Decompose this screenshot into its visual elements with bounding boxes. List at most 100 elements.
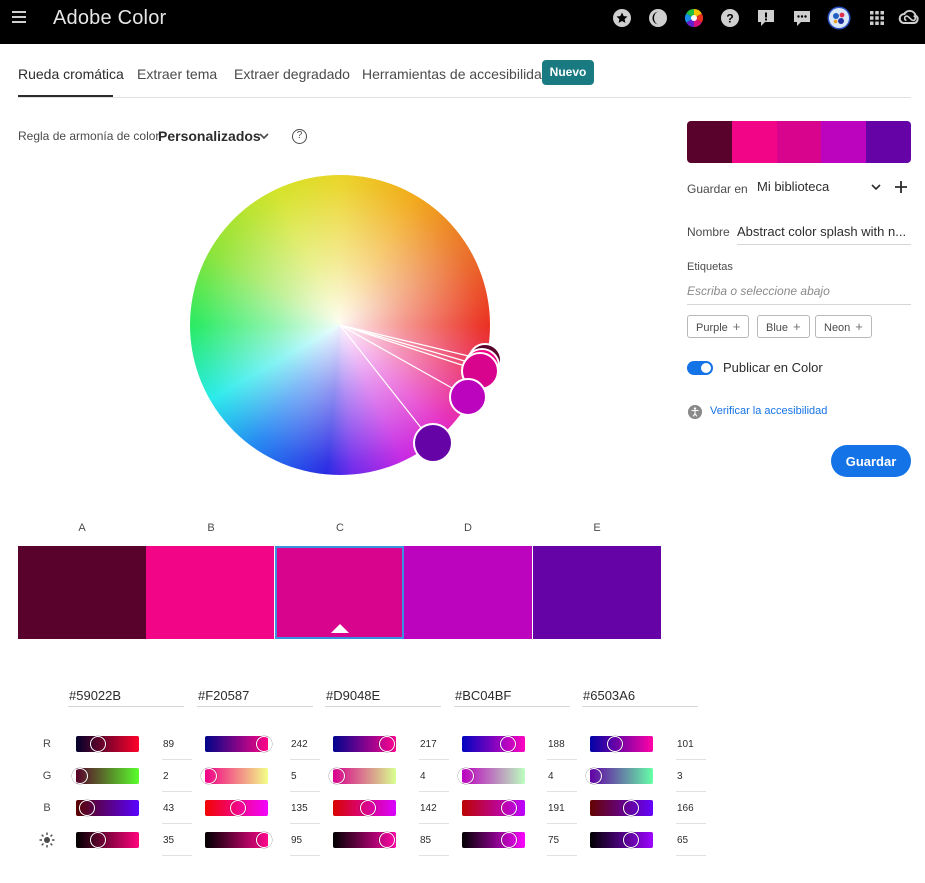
slider-thumb[interactable] — [501, 800, 518, 816]
slider-thumb[interactable] — [586, 768, 602, 784]
slider-thumb[interactable] — [256, 736, 272, 752]
hex-input-b[interactable] — [197, 685, 313, 707]
name-field[interactable] — [737, 218, 911, 245]
value-green-d[interactable]: 4 — [547, 770, 577, 792]
slider-thumb[interactable] — [378, 832, 395, 848]
slider-thumb[interactable] — [256, 832, 272, 848]
slider-blue-a[interactable] — [76, 800, 139, 816]
value-brightness-b[interactable]: 95 — [290, 834, 320, 856]
slider-thumb[interactable] — [329, 768, 345, 784]
slider-thumb[interactable] — [458, 768, 474, 784]
slider-thumb[interactable] — [500, 736, 517, 752]
hamburger-menu-icon[interactable] — [12, 11, 26, 25]
value-brightness-e[interactable]: 65 — [676, 834, 706, 856]
value-brightness-d[interactable]: 75 — [547, 834, 577, 856]
slider-brightness-a[interactable] — [76, 832, 139, 848]
slider-thumb[interactable] — [78, 800, 95, 816]
value-green-c[interactable]: 4 — [419, 770, 449, 792]
tab-extract-theme[interactable]: Extraer tema — [137, 66, 217, 82]
slider-brightness-e[interactable] — [590, 832, 653, 848]
swatch-b[interactable] — [146, 546, 274, 639]
slider-blue-d[interactable] — [462, 800, 525, 816]
value-green-e[interactable]: 3 — [676, 770, 706, 792]
swatch-e[interactable] — [533, 546, 661, 639]
tag-chip-neon[interactable]: Neon + — [815, 315, 872, 338]
slider-red-c[interactable] — [333, 736, 396, 752]
slider-thumb[interactable] — [378, 736, 395, 752]
slider-green-a[interactable] — [72, 768, 139, 784]
tab-accessibility-tools[interactable]: Herramientas de accesibilidad — [362, 66, 550, 82]
slider-thumb[interactable] — [89, 736, 106, 752]
color-wheel-icon[interactable] — [684, 8, 704, 28]
slider-thumb[interactable] — [90, 832, 107, 848]
wheel-marker-e[interactable] — [413, 423, 453, 463]
creative-cloud-icon[interactable] — [898, 8, 920, 28]
value-red-b[interactable]: 242 — [290, 738, 320, 760]
add-library-icon[interactable] — [893, 179, 909, 195]
value-blue-c[interactable]: 142 — [419, 802, 449, 824]
save-button[interactable]: Guardar — [831, 445, 911, 477]
value-blue-d[interactable]: 191 — [547, 802, 577, 824]
value-red-e[interactable]: 101 — [676, 738, 706, 760]
tab-color-wheel[interactable]: Rueda cromática — [18, 66, 124, 82]
slider-thumb[interactable] — [201, 768, 217, 784]
slider-thumb[interactable] — [606, 736, 623, 752]
value-red-a[interactable]: 89 — [162, 738, 192, 760]
chevron-down-icon[interactable] — [258, 130, 270, 142]
slider-brightness-d[interactable] — [462, 832, 525, 848]
feedback-icon[interactable] — [756, 8, 776, 28]
slider-red-a[interactable] — [76, 736, 139, 752]
wheel-marker-d[interactable] — [449, 378, 487, 416]
hex-input-c[interactable] — [325, 685, 441, 707]
publish-toggle[interactable] — [687, 361, 713, 375]
slider-blue-e[interactable] — [590, 800, 653, 816]
value-blue-b[interactable]: 135 — [290, 802, 320, 824]
check-accessibility-link[interactable]: Verificar la accesibilidad — [710, 405, 827, 417]
chat-icon[interactable] — [792, 8, 812, 28]
harmony-rule-dropdown[interactable]: Personalizados — [158, 128, 261, 144]
apps-grid-icon[interactable] — [867, 8, 887, 28]
chevron-down-icon[interactable] — [870, 181, 882, 193]
value-red-d[interactable]: 188 — [547, 738, 577, 760]
slider-thumb[interactable] — [501, 832, 518, 848]
swatch-d[interactable] — [404, 546, 532, 639]
slider-blue-c[interactable] — [333, 800, 396, 816]
slider-green-c[interactable] — [329, 768, 396, 784]
tag-chip-purple[interactable]: Purple + — [687, 315, 750, 338]
slider-green-e[interactable] — [586, 768, 653, 784]
color-wheel[interactable] — [190, 175, 502, 475]
slider-thumb[interactable] — [230, 800, 247, 816]
slider-brightness-c[interactable] — [333, 832, 396, 848]
value-blue-a[interactable]: 43 — [162, 802, 192, 824]
hex-input-e[interactable] — [582, 685, 698, 707]
value-blue-e[interactable]: 166 — [676, 802, 706, 824]
slider-red-b[interactable] — [205, 736, 272, 752]
slider-blue-b[interactable] — [205, 800, 268, 816]
slider-thumb[interactable] — [360, 800, 377, 816]
value-brightness-a[interactable]: 35 — [162, 834, 192, 856]
slider-green-d[interactable] — [458, 768, 525, 784]
help-icon[interactable]: ? — [720, 8, 740, 28]
library-dropdown[interactable]: Mi biblioteca — [757, 179, 829, 194]
swatch-a[interactable] — [18, 546, 146, 639]
harmony-help-icon[interactable]: ? — [292, 129, 307, 144]
user-avatar[interactable] — [827, 6, 851, 30]
value-green-a[interactable]: 2 — [162, 770, 192, 792]
star-icon[interactable] — [612, 8, 632, 28]
slider-red-d[interactable] — [462, 736, 525, 752]
hex-input-d[interactable] — [454, 685, 570, 707]
slider-thumb[interactable] — [622, 832, 639, 848]
slider-brightness-b[interactable] — [205, 832, 272, 848]
value-red-c[interactable]: 217 — [419, 738, 449, 760]
tags-input[interactable] — [687, 278, 911, 305]
value-brightness-c[interactable]: 85 — [419, 834, 449, 856]
hex-input-a[interactable] — [68, 685, 184, 707]
slider-red-e[interactable] — [590, 736, 653, 752]
tab-extract-gradient[interactable]: Extraer degradado — [234, 66, 350, 82]
slider-green-b[interactable] — [201, 768, 268, 784]
slider-thumb[interactable] — [623, 800, 639, 816]
tag-chip-blue[interactable]: Blue + — [757, 315, 810, 338]
moon-icon[interactable] — [648, 8, 668, 28]
slider-thumb[interactable] — [72, 768, 88, 784]
value-green-b[interactable]: 5 — [290, 770, 320, 792]
